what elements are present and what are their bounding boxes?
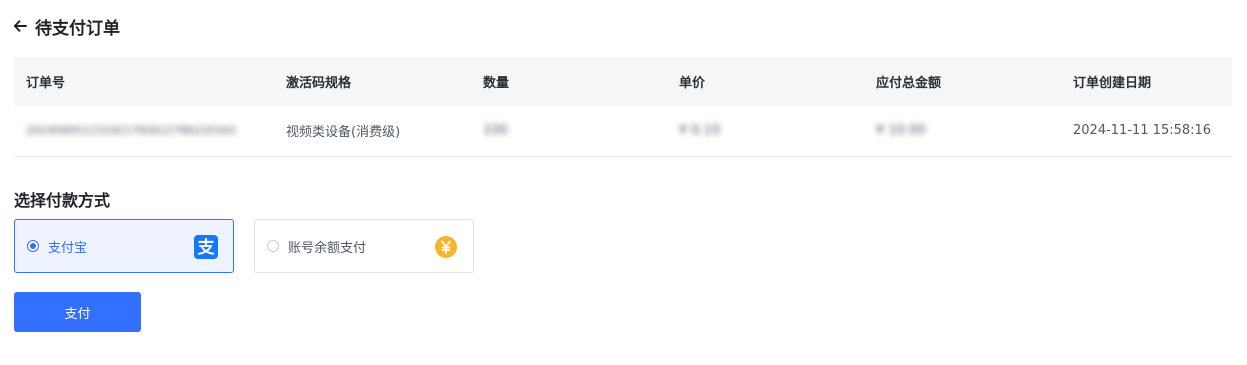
page-header: 待支付订单: [12, 13, 120, 39]
quantity-cell: 100: [471, 106, 667, 157]
svg-text:支: 支: [198, 237, 216, 258]
activation-spec-cell: 视频类设备(消费级): [274, 106, 471, 157]
balance-label: 账号余额支付: [288, 240, 367, 256]
payment-method-balance[interactable]: 账号余额支付: [254, 219, 474, 273]
alipay-radio[interactable]: [27, 240, 39, 252]
page-title: 待支付订单: [35, 18, 120, 39]
yuan-coin-icon: [435, 236, 457, 258]
created-date-cell: 2024-11-11 15:58:16: [1061, 106, 1232, 157]
column-header-order-number: 订单号: [14, 57, 274, 106]
order-number-cell: 202409051231921792612786220343: [14, 106, 274, 157]
pending-order-page: 待支付订单 订单号 激活码规格 数量 单价 应付总金额 订单创建日期 20240…: [0, 0, 1247, 365]
unit-price-cell: ¥ 0.10: [667, 106, 864, 157]
column-header-unit-price: 单价: [667, 57, 864, 106]
payment-method-alipay[interactable]: 支付宝 支: [14, 219, 234, 273]
pay-button[interactable]: 支付: [14, 292, 141, 332]
balance-radio[interactable]: [267, 240, 279, 252]
alipay-icon: 支: [194, 235, 218, 259]
column-header-activation-spec: 激活码规格: [274, 57, 471, 106]
order-table: 订单号 激活码规格 数量 单价 应付总金额 订单创建日期 20240905123…: [14, 57, 1232, 157]
payment-method-title: 选择付款方式: [14, 191, 111, 210]
column-header-total-amount: 应付总金额: [864, 57, 1061, 106]
arrow-left-icon[interactable]: [12, 18, 28, 34]
table-header-row: 订单号 激活码规格 数量 单价 应付总金额 订单创建日期: [14, 57, 1232, 106]
column-header-quantity: 数量: [471, 57, 667, 106]
column-header-created-date: 订单创建日期: [1061, 57, 1232, 106]
total-amount-cell: ¥ 10.00: [864, 106, 1061, 157]
table-row: 202409051231921792612786220343 视频类设备(消费级…: [14, 106, 1232, 157]
alipay-label: 支付宝: [48, 240, 88, 256]
